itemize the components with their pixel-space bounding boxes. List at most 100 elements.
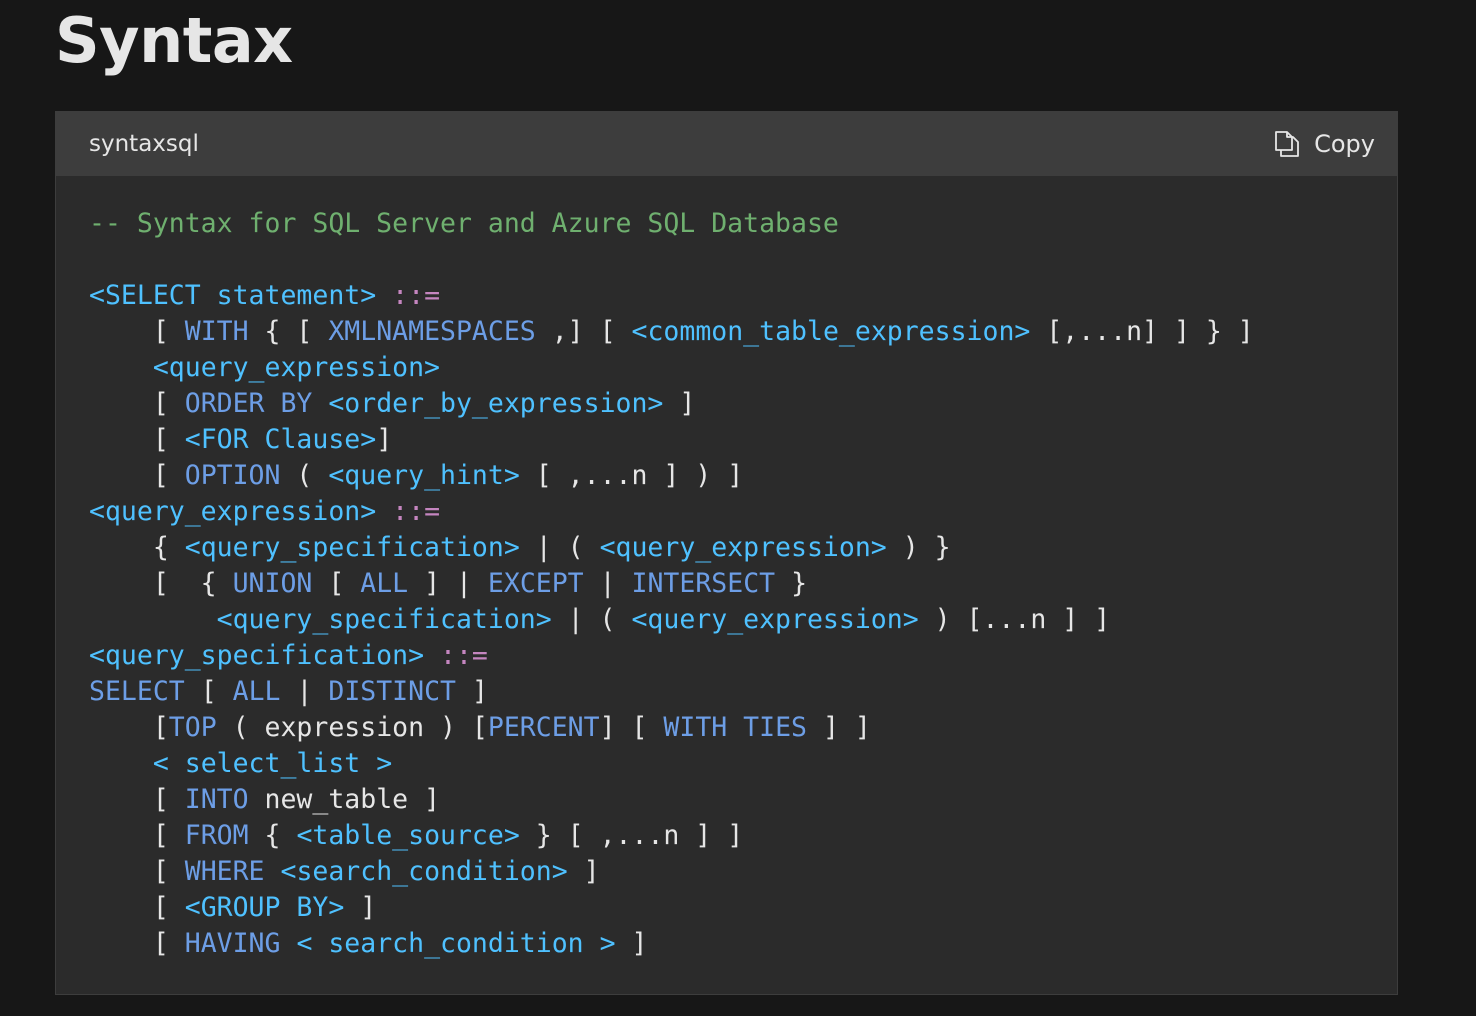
code-keyword: ALL (232, 676, 281, 707)
code-line: [ FROM { <table_source> } [ ,...n ] ] (89, 818, 1254, 854)
code-text: } (775, 568, 808, 599)
code-line: < select_list > (89, 746, 1254, 782)
code-line: [ <FOR Clause>] (89, 422, 1254, 458)
code-text: [ (89, 316, 185, 347)
code-text: ] [ (599, 712, 664, 743)
code-identifier: < search_condition > (296, 928, 616, 959)
code-identifier: <GROUP BY> (184, 892, 345, 923)
copy-icon (1274, 130, 1300, 158)
code-line: [ INTO new_table ] (89, 782, 1254, 818)
code-identifier: <query_specification> (89, 640, 425, 671)
code-identifier: <query_specification> (184, 532, 520, 563)
code-keyword: EXCEPT (487, 568, 584, 599)
code-keyword: ALL (360, 568, 409, 599)
code-text: [ (89, 388, 185, 419)
copy-button[interactable]: Copy (1274, 112, 1375, 176)
code-content[interactable]: -- Syntax for SQL Server and Azure SQL D… (89, 206, 1254, 962)
code-keyword: INTO (184, 784, 249, 815)
code-text: | (583, 568, 632, 599)
code-keyword: INTERSECT (631, 568, 776, 599)
code-keyword: SELECT (89, 676, 185, 707)
code-keyword: WITH TIES (663, 712, 807, 743)
code-text: [ (89, 892, 185, 923)
code-line: [TOP ( expression ) [PERCENT] [ WITH TIE… (89, 710, 1254, 746)
code-text: ] (663, 388, 696, 419)
code-line: [ WHERE <search_condition> ] (89, 854, 1254, 890)
code-identifier: <query_expression> (152, 352, 441, 383)
code-line: [ WITH { [ XMLNAMESPACES ,] [ <common_ta… (89, 314, 1254, 350)
code-text: ] (615, 928, 648, 959)
code-line: <query_expression> ::= (89, 494, 1254, 530)
code-identifier: <SELECT statement> (89, 280, 377, 311)
code-text: new_table ] (248, 784, 441, 815)
code-text: ( (280, 460, 329, 491)
code-keyword: WHERE (184, 856, 265, 887)
code-text: [ { (89, 568, 233, 599)
code-text: [ (89, 856, 185, 887)
code-text: ( expression ) [ (216, 712, 488, 743)
code-line: [ HAVING < search_condition > ] (89, 926, 1254, 962)
code-identifier: <table_source> (296, 820, 520, 851)
code-line: [ <GROUP BY> ] (89, 890, 1254, 926)
code-text: [,...n] ] } ] (1030, 316, 1254, 347)
code-operator: ::= (392, 496, 441, 527)
code-identifier: <search_condition> (280, 856, 568, 887)
code-line: <SELECT statement> ::= (89, 278, 1254, 314)
copy-label: Copy (1314, 130, 1375, 158)
code-identifier: <query_specification> (216, 604, 552, 635)
code-line: <query_expression> (89, 350, 1254, 386)
code-text: [ (89, 784, 185, 815)
code-keyword: ORDER BY (184, 388, 313, 419)
code-text: | (280, 676, 329, 707)
code-text: | ( (551, 604, 632, 635)
code-line: [ { UNION [ ALL ] | EXCEPT | INTERSECT } (89, 566, 1254, 602)
code-text: ] ] (807, 712, 871, 743)
code-text: [ (89, 712, 169, 743)
code-text: } [ ,...n ] ] (519, 820, 744, 851)
code-block: syntaxsql Copy -- Syntax for SQL Server … (55, 111, 1398, 995)
code-identifier: <query_expression> (631, 604, 919, 635)
code-keyword: TOP (168, 712, 217, 743)
code-text: ] (376, 424, 393, 455)
code-text: [ (89, 820, 185, 851)
code-keyword: HAVING (184, 928, 281, 959)
code-identifier: <FOR Clause> (184, 424, 377, 455)
code-line: -- Syntax for SQL Server and Azure SQL D… (89, 206, 1254, 242)
code-line: <query_specification> | ( <query_express… (89, 602, 1254, 638)
code-text: [ (312, 568, 361, 599)
code-text: { (248, 820, 297, 851)
code-text: ] | (408, 568, 488, 599)
code-keyword: DISTINCT (328, 676, 456, 707)
code-text: { [ (248, 316, 329, 347)
code-line: [ OPTION ( <query_hint> [ ,...n ] ) ] (89, 458, 1254, 494)
code-identifier: <common_table_expression> (631, 316, 1031, 347)
code-operator: ::= (392, 280, 441, 311)
code-identifier: <query_expression> (599, 532, 887, 563)
code-keyword: XMLNAMESPACES (328, 316, 536, 347)
code-text: ] (567, 856, 600, 887)
code-text: | ( (519, 532, 600, 563)
code-keyword: PERCENT (487, 712, 600, 743)
code-identifier: <query_expression> (89, 496, 377, 527)
code-line: SELECT [ ALL | DISTINCT ] (89, 674, 1254, 710)
code-block-header: syntaxsql Copy (56, 112, 1397, 176)
code-line: { <query_specification> | ( <query_expre… (89, 530, 1254, 566)
code-text: { (89, 532, 185, 563)
code-text: ,] [ (535, 316, 632, 347)
code-line: [ ORDER BY <order_by_expression> ] (89, 386, 1254, 422)
code-text: [ (89, 928, 185, 959)
code-keyword: UNION (232, 568, 313, 599)
code-text: ) } (886, 532, 951, 563)
code-text: [ (89, 424, 185, 455)
code-text: ) [...n ] ] (918, 604, 1111, 635)
code-identifier: < select_list > (152, 748, 393, 779)
